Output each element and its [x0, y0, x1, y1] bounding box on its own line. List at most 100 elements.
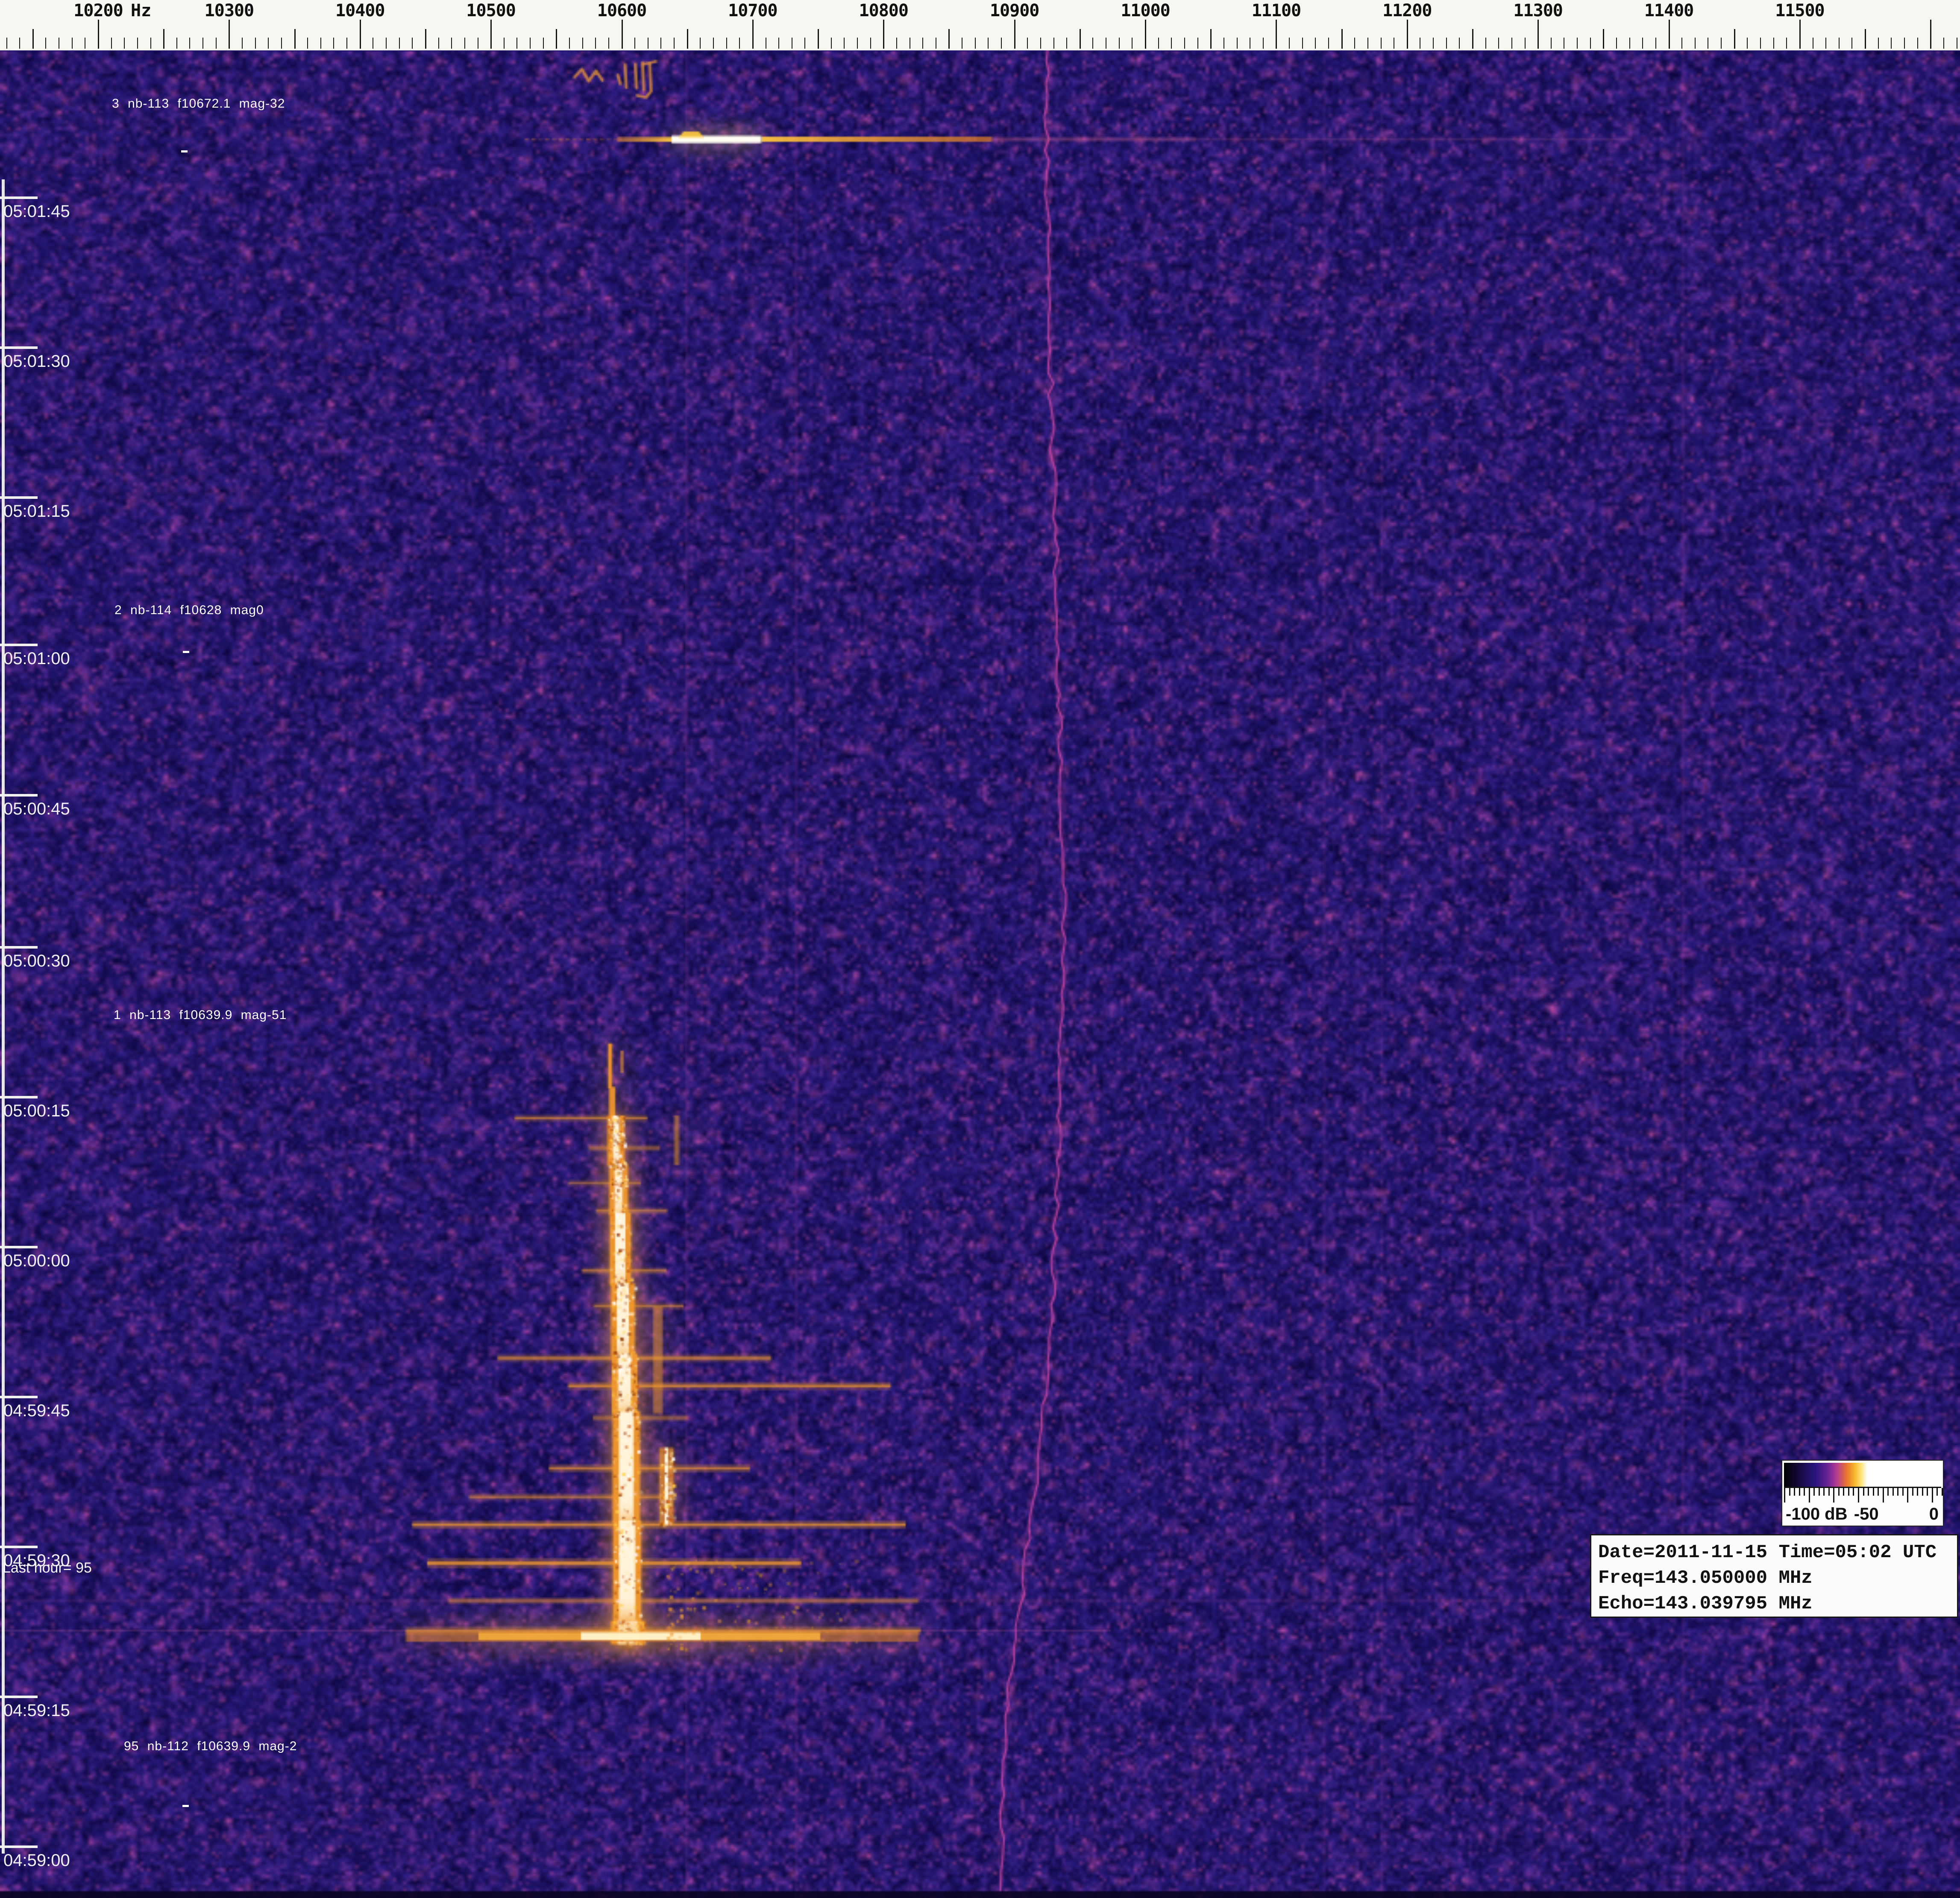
- frequency-tick: [294, 29, 296, 49]
- color-scale-legend: -100 dB -50 0: [1781, 1460, 1944, 1526]
- info-date-time: Date=2011-11-15 Time=05:02 UTC: [1598, 1540, 1957, 1565]
- legend-tick: [1887, 1488, 1889, 1496]
- frequency-ruler: Hz 1020010300104001050010600107001080010…: [0, 0, 1960, 50]
- frequency-tick: [804, 38, 805, 49]
- frequency-tick: [1446, 38, 1447, 49]
- frequency-tick-label: 10200: [73, 1, 123, 21]
- frequency-unit-label: Hz: [131, 1, 151, 21]
- frequency-tick: [1642, 38, 1643, 49]
- frequency-tick: [438, 38, 439, 49]
- frequency-tick: [1119, 38, 1120, 49]
- frequency-tick: [1551, 38, 1552, 49]
- frequency-tick-label: 10700: [728, 1, 777, 21]
- time-tick-label: 04:59:15: [3, 1701, 70, 1720]
- frequency-tick-label: 10400: [335, 1, 384, 21]
- frequency-tick: [1839, 38, 1840, 49]
- frequency-tick: [1001, 38, 1002, 49]
- legend-tick: [1893, 1488, 1894, 1496]
- meteor-event-marker: [183, 651, 189, 653]
- frequency-tick: [1354, 38, 1355, 49]
- frequency-tick: [1695, 38, 1696, 49]
- info-frequency: Freq=143.050000 MHz: [1598, 1565, 1957, 1591]
- legend-tick: [1828, 1488, 1830, 1496]
- frequency-tick: [1655, 38, 1656, 49]
- frequency-tick: [543, 38, 544, 49]
- frequency-tick: [360, 20, 361, 49]
- frequency-tick: [1669, 20, 1670, 49]
- frequency-tick: [1053, 38, 1054, 49]
- frequency-tick: [1433, 38, 1434, 49]
- frequency-tick: [255, 38, 256, 49]
- frequency-tick: [1747, 38, 1748, 49]
- legend-tick: [1932, 1488, 1933, 1503]
- frequency-tick: [1276, 20, 1277, 49]
- legend-tick: [1819, 1488, 1820, 1496]
- frequency-tick-label: 11500: [1775, 1, 1824, 21]
- frequency-tick-label: 11300: [1513, 1, 1562, 21]
- frequency-tick: [1263, 38, 1264, 49]
- legend-tick: [1922, 1488, 1923, 1496]
- frequency-tick: [124, 38, 125, 49]
- legend-tick: [1809, 1488, 1810, 1503]
- frequency-tick: [1066, 38, 1067, 49]
- frequency-tick: [1825, 38, 1826, 49]
- frequency-tick: [674, 38, 675, 49]
- legend-tick: [1858, 1488, 1859, 1503]
- frequency-tick: [1681, 38, 1682, 49]
- legend-tick: [1853, 1488, 1854, 1496]
- frequency-tick: [726, 38, 727, 49]
- frequency-tick: [1721, 38, 1722, 49]
- frequency-tick: [307, 38, 308, 49]
- frequency-tick-label: 11200: [1382, 1, 1432, 21]
- time-tick: [0, 946, 38, 949]
- frequency-tick: [1381, 38, 1382, 49]
- frequency-tick: [556, 29, 557, 49]
- frequency-tick: [1904, 38, 1905, 49]
- frequency-tick: [700, 38, 701, 49]
- time-tick: [0, 794, 38, 797]
- frequency-tick: [1145, 20, 1146, 49]
- legend-tick: [1804, 1488, 1805, 1496]
- frequency-tick: [1027, 38, 1028, 49]
- legend-tick-ruler: [1784, 1488, 1941, 1504]
- frequency-tick: [713, 38, 714, 49]
- frequency-tick: [1472, 29, 1473, 49]
- legend-tick: [1907, 1488, 1908, 1503]
- frequency-tick: [1590, 38, 1591, 49]
- frequency-tick: [831, 38, 832, 49]
- legend-tick: [1843, 1488, 1844, 1496]
- frequency-tick: [1786, 38, 1787, 49]
- time-tick-label: 05:01:15: [3, 502, 70, 521]
- frequency-tick: [6, 38, 7, 49]
- time-tick-label: 05:01:45: [3, 202, 70, 221]
- frequency-tick: [1799, 20, 1801, 49]
- frequency-tick: [660, 38, 661, 49]
- frequency-tick: [1302, 38, 1303, 49]
- time-tick: [0, 1546, 38, 1548]
- frequency-tick: [896, 38, 897, 49]
- meteor-event-marker: [182, 1805, 189, 1807]
- frequency-tick: [137, 38, 138, 49]
- observation-info-box: Date=2011-11-15 Time=05:02 UTC Freq=143.…: [1590, 1534, 1958, 1618]
- legend-tick: [1897, 1488, 1898, 1496]
- frequency-tick: [1237, 38, 1238, 49]
- frequency-tick: [1040, 38, 1041, 49]
- legend-label-mid: -50: [1854, 1505, 1879, 1524]
- time-tick-label: 05:00:30: [3, 952, 70, 971]
- frequency-tick-label: 10900: [990, 1, 1039, 21]
- legend-tick: [1823, 1488, 1825, 1496]
- frequency-tick: [412, 38, 413, 49]
- legend-tick: [1813, 1488, 1815, 1496]
- frequency-tick: [582, 38, 583, 49]
- meteor-event-label: 3 nb-113 f10672.1 mag-32: [112, 97, 285, 111]
- frequency-tick: [1511, 38, 1512, 49]
- frequency-tick: [1407, 20, 1408, 49]
- frequency-tick: [752, 20, 754, 49]
- frequency-tick: [1080, 29, 1081, 49]
- time-tick: [0, 496, 38, 499]
- frequency-tick: [1459, 38, 1460, 49]
- frequency-tick: [622, 20, 623, 49]
- frequency-tick: [111, 38, 112, 49]
- meteor-event-label: 2 nb-114 f10628 mag0: [114, 603, 264, 618]
- frequency-tick-label: 10600: [597, 1, 646, 21]
